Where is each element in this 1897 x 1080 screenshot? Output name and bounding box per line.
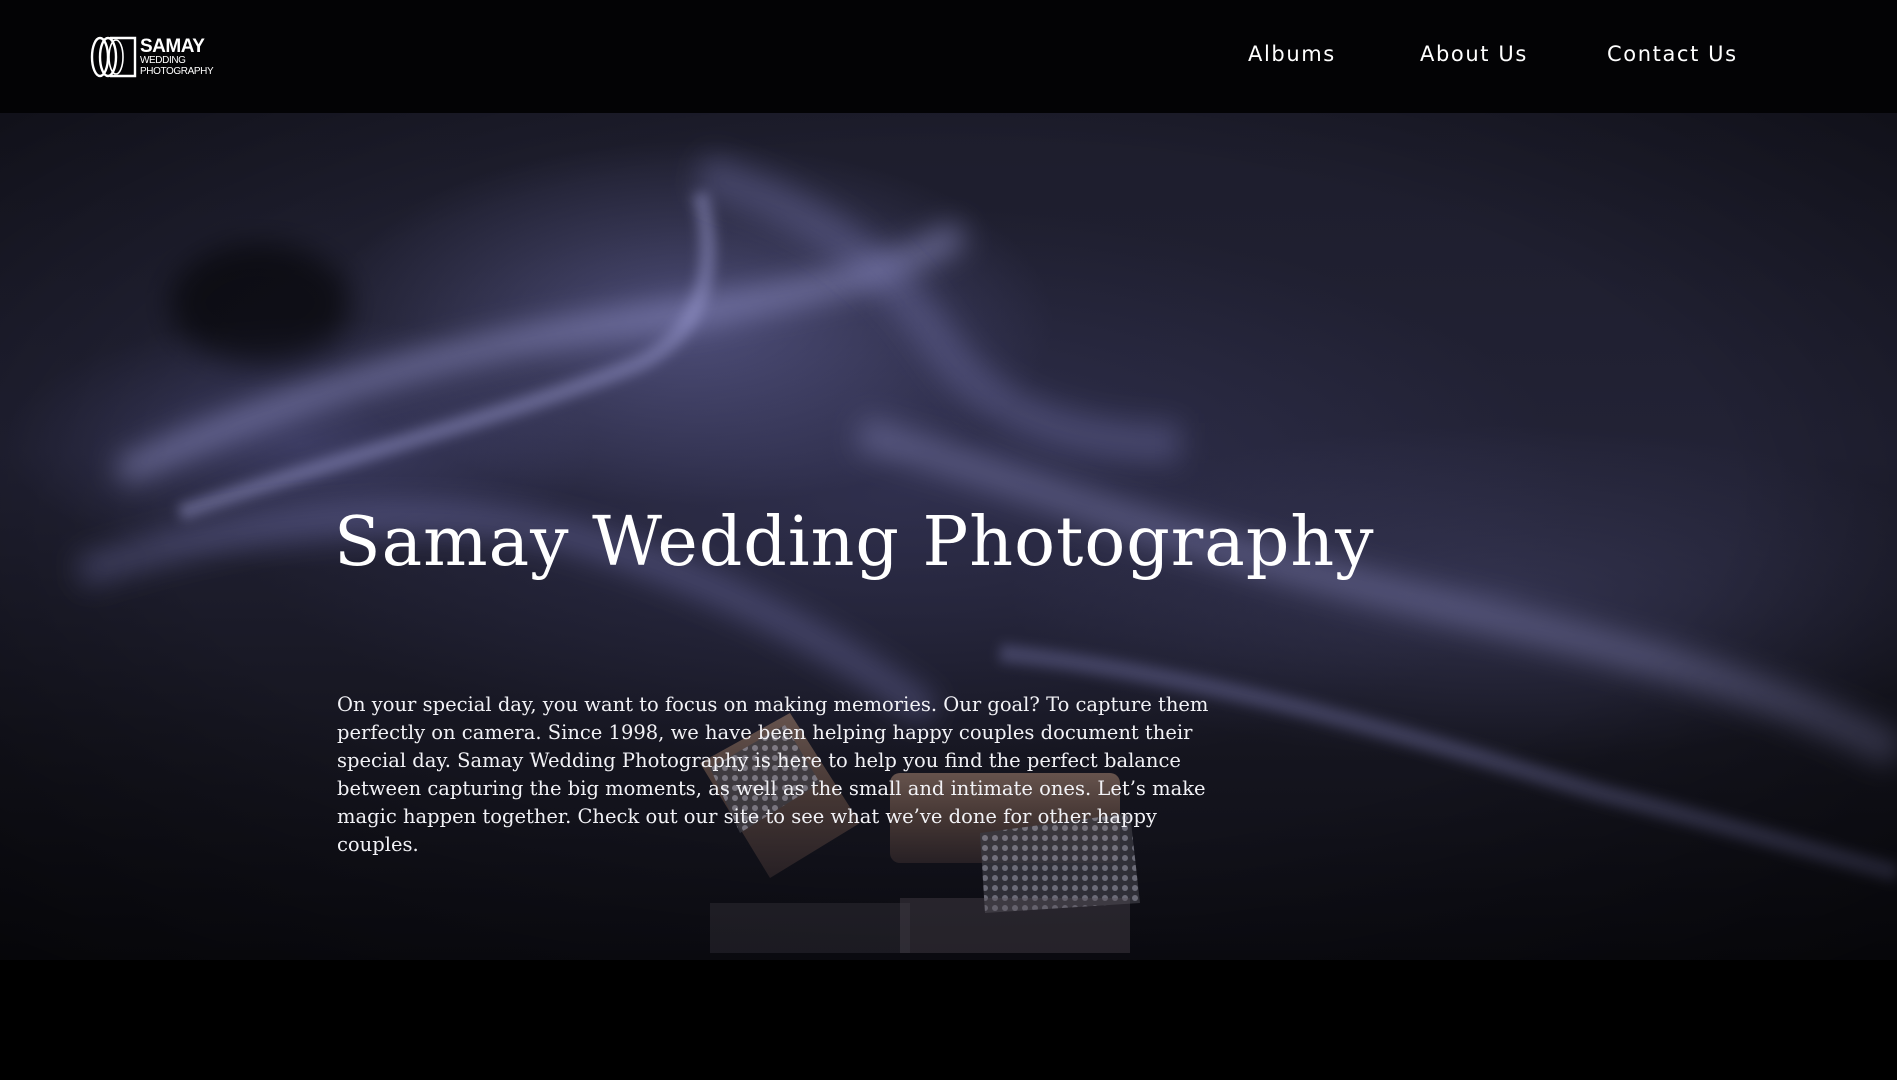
bottom-band — [0, 960, 1897, 1080]
nav-item-contact-us[interactable]: Contact Us — [1607, 42, 1738, 66]
hero-description: On your special day, you want to focus o… — [337, 693, 1209, 856]
page: SAMAY WEDDING PHOTOGRAPHY Albums About U… — [0, 0, 1897, 1080]
site-header: SAMAY WEDDING PHOTOGRAPHY Albums About U… — [0, 0, 1897, 113]
main-nav: Albums About Us Contact Us — [0, 0, 1897, 113]
nav-item-albums[interactable]: Albums — [1248, 42, 1336, 66]
nav-item-about-us[interactable]: About Us — [1420, 42, 1528, 66]
hero-section: Samay Wedding Photography On your specia… — [0, 113, 1897, 960]
hero-title: Samay Wedding Photography — [334, 503, 1375, 582]
